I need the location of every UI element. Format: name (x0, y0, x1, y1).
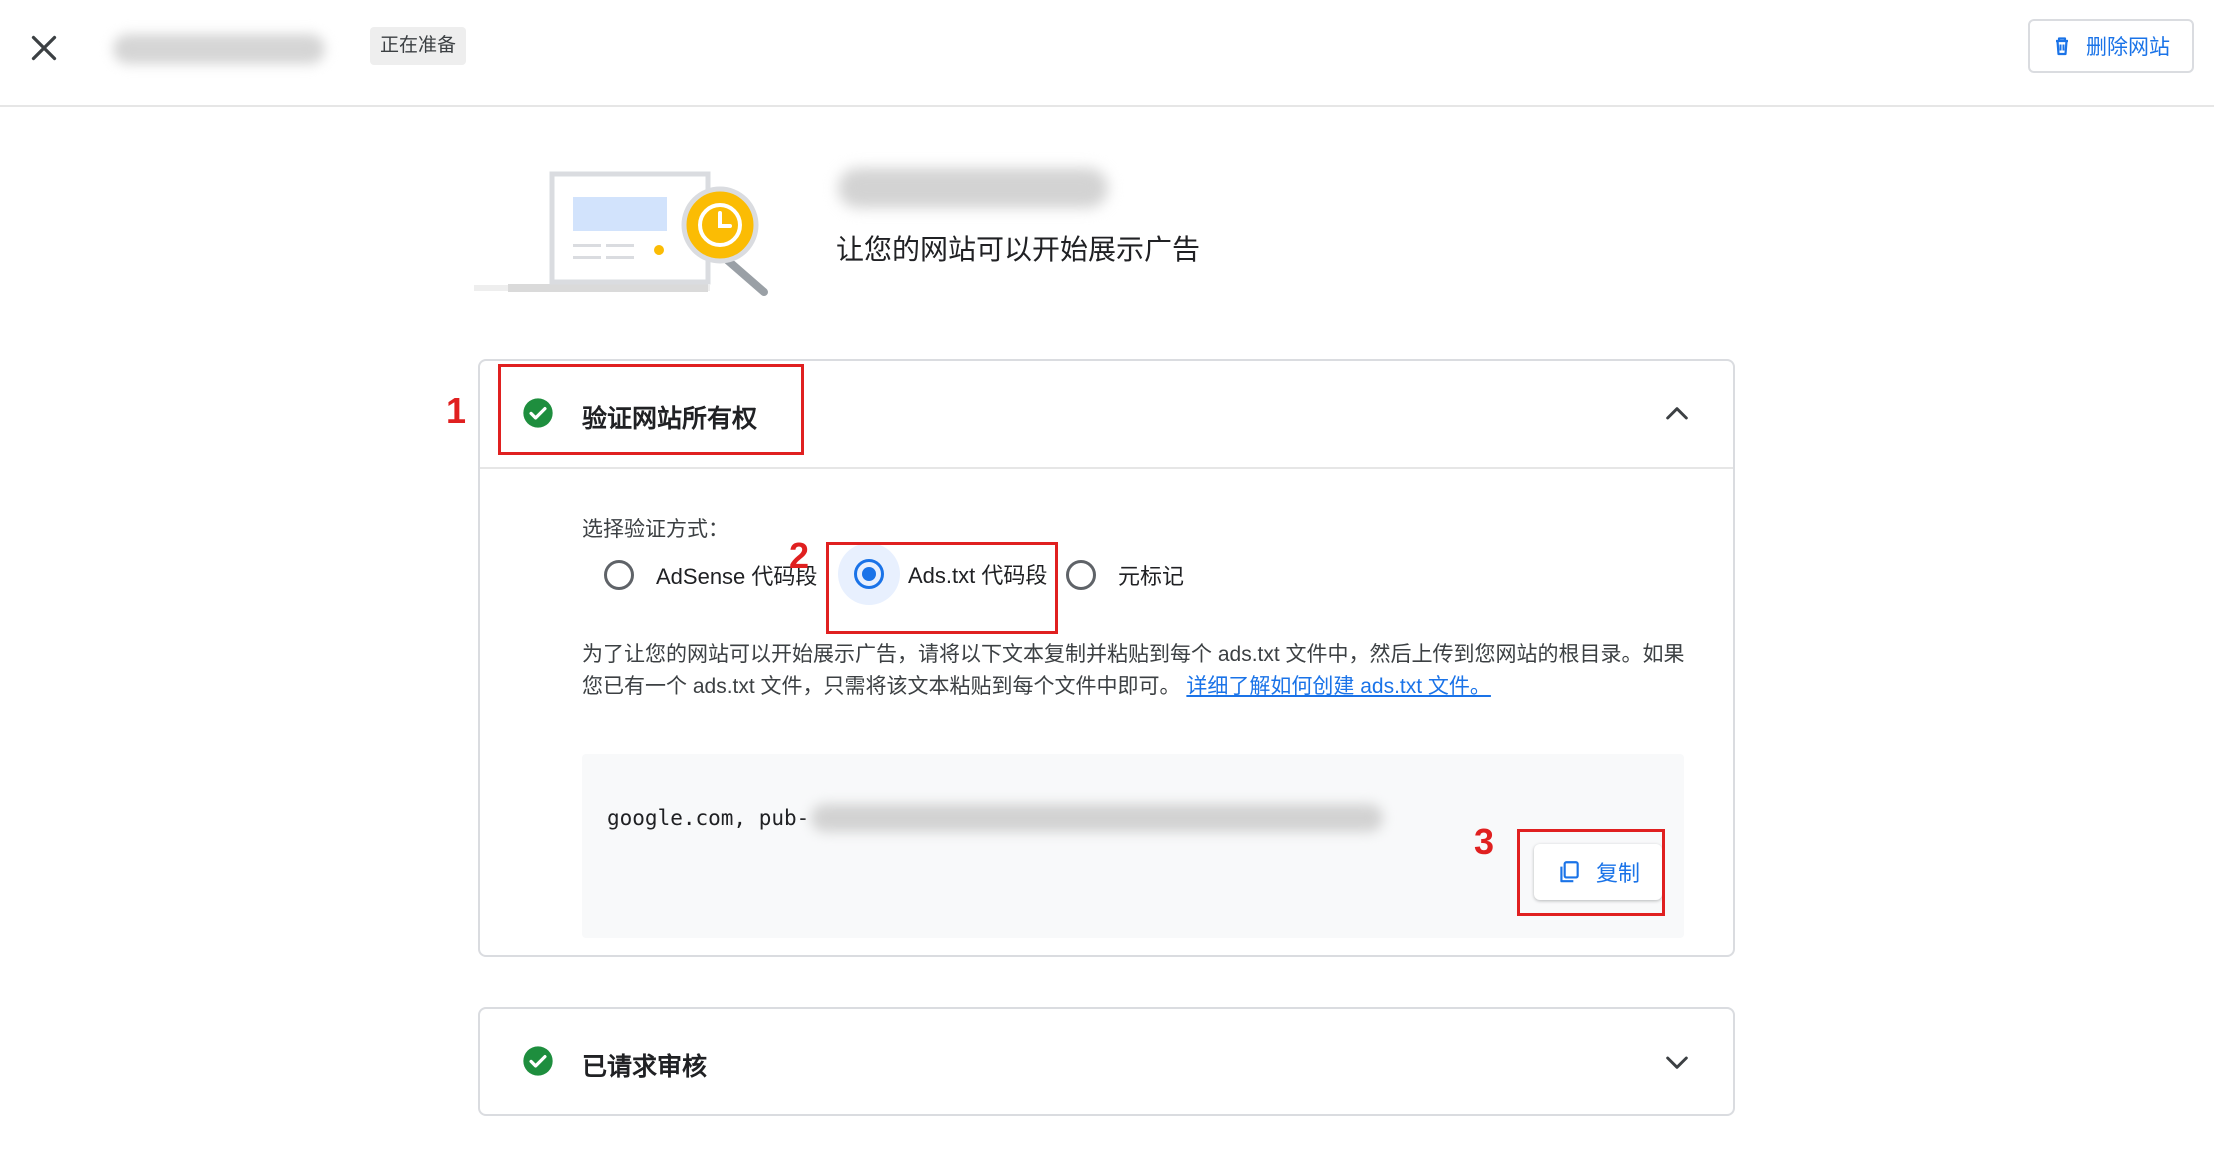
learn-more-link[interactable]: 详细了解如何创建 ads.txt 文件。 (1186, 675, 1491, 698)
trash-icon (2056, 37, 2068, 56)
review-requested-title: 已请求审核 (582, 1053, 708, 1081)
chevron-up-icon[interactable] (1661, 398, 1693, 430)
hero-domain-redacted (838, 168, 1108, 208)
annotation-box-3 (1517, 829, 1665, 916)
delete-site-label: 删除网站 (2086, 36, 2170, 59)
radio-meta-tag-label: 元标记 (1118, 564, 1185, 589)
annotation-box-1 (498, 364, 804, 455)
publisher-id-redacted (811, 804, 1384, 832)
ads-txt-code: google.com, pub- (607, 804, 1384, 832)
radio-meta-tag[interactable]: 元标记 (1066, 559, 1184, 591)
verification-method-label: 选择验证方式： (582, 518, 729, 541)
close-icon (31, 35, 57, 61)
instruction-text: 为了让您的网站可以开始展示广告，请将以下文本复制并粘贴到每个 ads.txt 文… (582, 643, 1685, 698)
chevron-down-icon[interactable] (1661, 1046, 1693, 1078)
check-circle-icon (523, 1046, 553, 1076)
ads-txt-instruction: 为了让您的网站可以开始展示广告，请将以下文本复制并粘贴到每个 ads.txt 文… (582, 639, 1702, 703)
review-requested-header[interactable]: 已请求审核 (480, 1009, 1733, 1114)
annotation-number-2: 2 (789, 535, 810, 576)
annotation-number-1: 1 (446, 390, 467, 431)
annotation-box-2 (826, 542, 1058, 634)
radio-unchecked-icon[interactable] (1066, 560, 1096, 590)
review-requested-card: 已请求审核 (478, 1007, 1735, 1116)
page-subtitle: 让您的网站可以开始展示广告 (836, 234, 1201, 265)
radio-adsense-snippet[interactable]: AdSense 代码段 (604, 559, 817, 591)
annotation-number-3: 3 (1474, 821, 1495, 862)
delete-site-button[interactable]: 删除网站 (2028, 19, 2194, 73)
status-badge: 正在准备 (370, 27, 467, 65)
site-domain-redacted (113, 34, 325, 64)
ads-txt-code-prefix: google.com, pub- (607, 806, 810, 830)
top-bar: 正在准备 删除网站 (0, 0, 2214, 107)
site-review-illustration (474, 171, 768, 296)
radio-unchecked-icon[interactable] (604, 560, 634, 590)
close-button[interactable] (26, 30, 62, 66)
